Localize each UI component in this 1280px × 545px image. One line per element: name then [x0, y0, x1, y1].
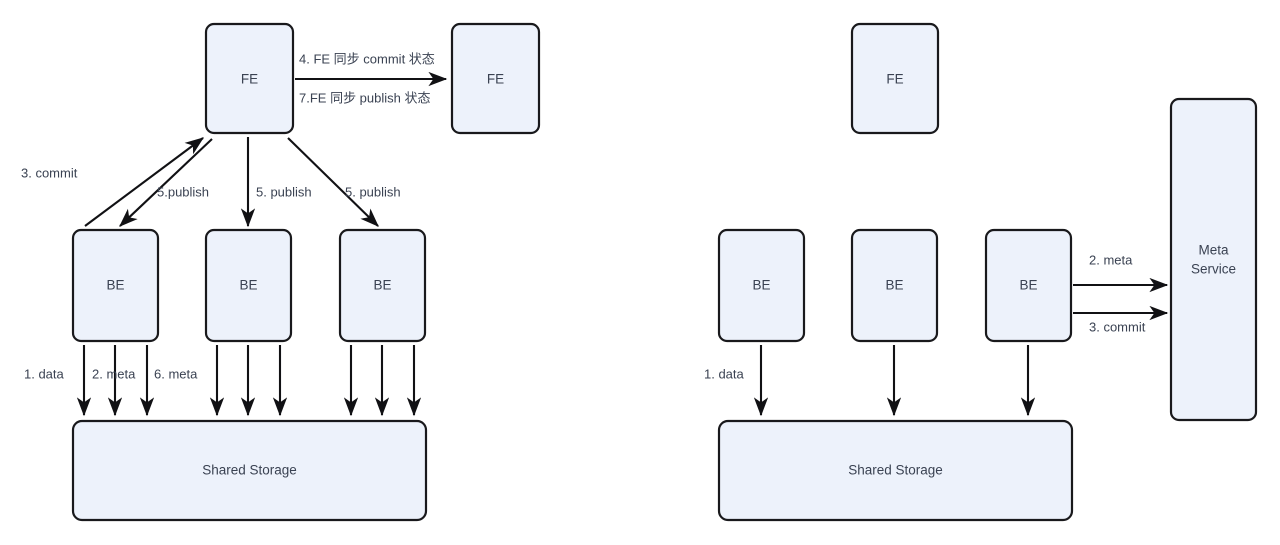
edge-fe-to-fe: 4. FE 同步 commit 状态 7.FE 同步 publish 状态	[295, 51, 448, 105]
edge-label-meta: 2. meta	[1089, 252, 1133, 267]
node-right-be-1[interactable]: BE	[717, 228, 806, 343]
node-be-3[interactable]: BE	[338, 228, 427, 343]
node-meta-service-shape	[1169, 97, 1258, 422]
node-be-1-label: BE	[106, 278, 124, 293]
node-right-be-2[interactable]: BE	[850, 228, 939, 343]
edge-publish-be3-line	[287, 137, 379, 227]
edge-publish-be1-line	[119, 138, 213, 227]
edge-label-fe-sync-commit: 4. FE 同步 commit 状态	[299, 51, 435, 66]
edge-label-right-commit: 3. commit	[1089, 319, 1146, 334]
node-shared-storage-right[interactable]: Shared Storage	[717, 419, 1074, 522]
edge-be2-to-storage	[209, 345, 288, 417]
edge-be1-to-storage: 1. data 2. meta 6. meta	[24, 345, 198, 417]
node-shared-storage-right-label: Shared Storage	[848, 463, 943, 478]
node-fe-secondary-label: FE	[487, 72, 504, 87]
node-meta-service-label-line1: Meta	[1198, 243, 1229, 258]
node-right-be-2-label: BE	[885, 278, 903, 293]
node-right-fe-label: FE	[886, 72, 903, 87]
edge-be3-to-storage	[343, 345, 422, 417]
edge-commit-line	[84, 137, 205, 227]
edge-label-publish-be3: 5. publish	[345, 184, 401, 199]
node-right-be-3-label: BE	[1019, 278, 1037, 293]
node-right-be-1-label: BE	[752, 278, 770, 293]
node-right-fe[interactable]: FE	[850, 22, 940, 135]
node-shared-storage-left[interactable]: Shared Storage	[71, 419, 428, 522]
edge-label-publish-be2: 5. publish	[256, 184, 312, 199]
edge-publish-be3: 5. publish	[287, 137, 401, 227]
node-shared-storage-left-label: Shared Storage	[202, 463, 297, 478]
node-fe-primary[interactable]: FE	[204, 22, 295, 135]
node-meta-service-label-line2: Service	[1191, 262, 1236, 277]
edge-label-publish-be1: 5.publish	[157, 184, 209, 199]
edge-meta: 2. meta	[1073, 252, 1169, 293]
diagram-root: FE FE 4. FE 同步 commit 状态 7.FE 同步 publish…	[0, 0, 1280, 545]
node-be-2[interactable]: BE	[204, 228, 293, 343]
edge-publish-be1: 5.publish	[119, 138, 213, 227]
edge-label-storage-meta: 2. meta	[92, 366, 136, 381]
node-be-1[interactable]: BE	[71, 228, 160, 343]
diagram-canvas: FE FE 4. FE 同步 commit 状态 7.FE 同步 publish…	[21, 22, 1258, 522]
node-fe-secondary[interactable]: FE	[450, 22, 541, 135]
edge-label-storage-meta-6: 6. meta	[154, 366, 198, 381]
edge-commit: 3. commit	[21, 137, 205, 227]
edge-label-right-storage-data: 1. data	[704, 366, 745, 381]
node-right-be-3[interactable]: BE	[984, 228, 1073, 343]
node-meta-service[interactable]: Meta Service	[1169, 97, 1258, 422]
node-be-3-label: BE	[373, 278, 391, 293]
edge-label-storage-data: 1. data	[24, 366, 65, 381]
edge-label-fe-sync-publish: 7.FE 同步 publish 状态	[299, 90, 431, 105]
node-be-2-label: BE	[239, 278, 257, 293]
edge-right-commit: 3. commit	[1073, 305, 1169, 334]
node-fe-primary-label: FE	[241, 72, 258, 87]
edge-label-commit: 3. commit	[21, 165, 78, 180]
edge-right-be1-to-storage: 1. data	[704, 345, 769, 417]
